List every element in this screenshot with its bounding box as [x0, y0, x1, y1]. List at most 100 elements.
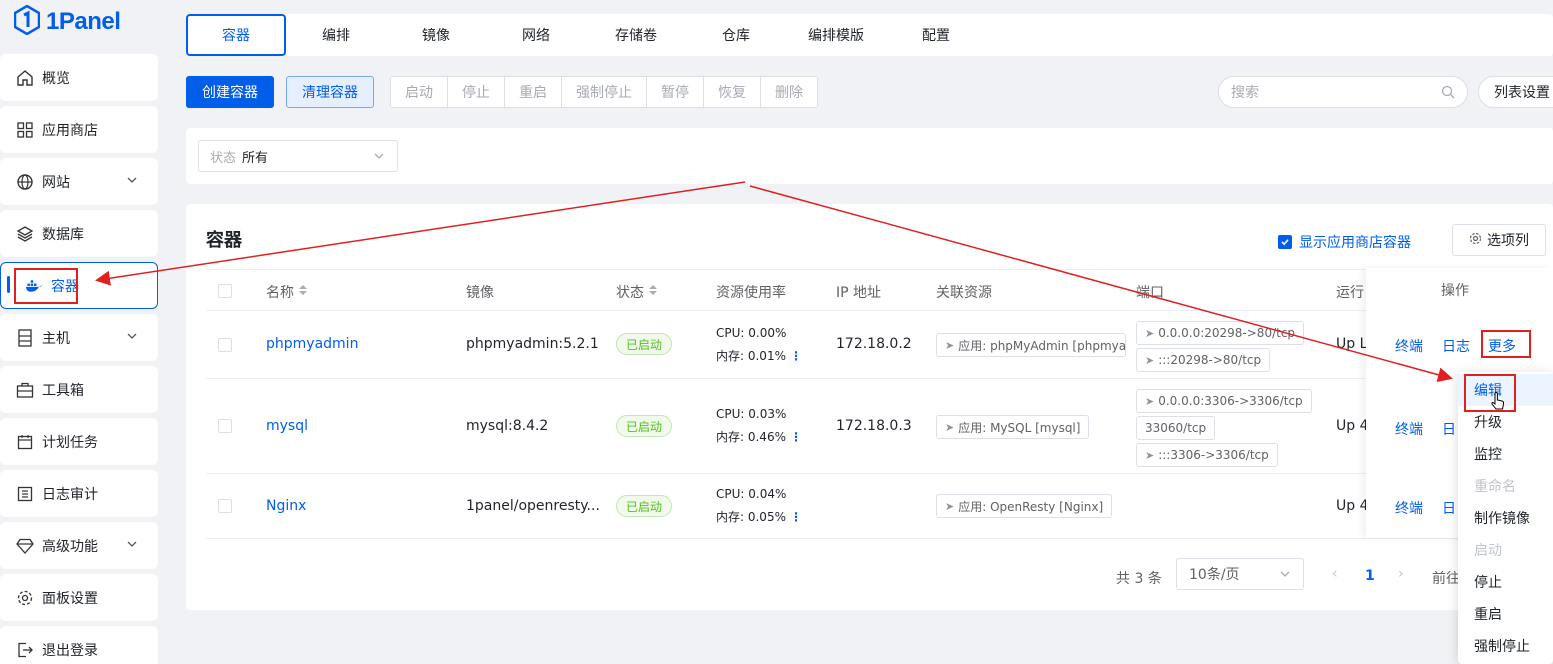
port-label: :::3306->3306/tcp: [1158, 448, 1269, 462]
next-page-icon[interactable]: ›: [1398, 566, 1404, 582]
column-header-status[interactable]: 状态: [616, 282, 658, 302]
grid-icon: [16, 121, 34, 139]
tab-compose[interactable]: 编排: [286, 14, 386, 56]
sidebar-item-advanced[interactable]: 高级功能: [0, 522, 158, 569]
port-tag[interactable]: ➤ 0.0.0.0:3306->3306/tcp: [1136, 389, 1312, 413]
resource-usage: CPU: 0.04% 内存: 0.05% ⋮: [716, 483, 802, 529]
terminal-link[interactable]: 终端: [1395, 336, 1423, 356]
create-container-button[interactable]: 创建容器: [186, 76, 274, 108]
column-header-image: 镜像: [466, 285, 494, 301]
sidebar-item-database[interactable]: 数据库: [0, 210, 158, 257]
port-tag[interactable]: ➤:::3306->3306/tcp: [1136, 443, 1278, 467]
search-input[interactable]: 搜索: [1218, 76, 1468, 108]
sidebar-item-host[interactable]: 主机: [0, 314, 158, 361]
table-row: Nginx 1panel/openresty... 已启动 CPU: 0.04%…: [206, 474, 1553, 539]
log-link[interactable]: 日: [1442, 498, 1456, 518]
stop-button[interactable]: 停止: [448, 77, 505, 107]
tab-volume[interactable]: 存储卷: [586, 14, 686, 56]
port-tag[interactable]: ➤ 0.0.0.0:20298->80/tcp: [1136, 321, 1305, 345]
log-icon: [16, 485, 34, 503]
list-settings-button[interactable]: 列表设置: [1478, 76, 1553, 108]
dropdown-item-force-stop[interactable]: 强制停止: [1474, 636, 1530, 656]
container-name-link[interactable]: Nginx: [266, 498, 306, 514]
row-checkbox[interactable]: [218, 338, 232, 352]
sidebar-item-logs[interactable]: 日志审计: [0, 470, 158, 517]
page-number[interactable]: 1: [1365, 568, 1375, 584]
column-header-related: 关联资源: [936, 285, 992, 301]
port-tag[interactable]: ➤:::20298->80/tcp: [1136, 348, 1271, 372]
row-checkbox[interactable]: [218, 499, 232, 513]
related-resource-tag[interactable]: ➤应用: phpMyAdmin [phpmyadmin]: [936, 333, 1126, 357]
sidebar-item-website[interactable]: 网站: [0, 158, 158, 205]
sidebar-item-container[interactable]: 容器: [0, 262, 158, 309]
search-placeholder: 搜索: [1231, 85, 1259, 101]
pause-button[interactable]: 暂停: [647, 77, 704, 107]
sidebar-item-label: 主机: [42, 330, 70, 347]
container-name-link[interactable]: phpmyadmin: [266, 336, 358, 352]
tab-container[interactable]: 容器: [186, 14, 286, 56]
calendar-icon: [16, 433, 34, 451]
log-link[interactable]: 日志: [1442, 336, 1470, 356]
related-resource-tag[interactable]: ➤ 应用: OpenResty [Nginx]: [936, 494, 1113, 518]
clean-container-button[interactable]: 清理容器: [286, 76, 374, 108]
tab-compose-template[interactable]: 编排模版: [786, 14, 886, 56]
sidebar-item-overview[interactable]: 概览: [0, 54, 158, 101]
sidebar-item-label: 数据库: [42, 226, 84, 243]
more-vertical-icon[interactable]: ⋮: [790, 430, 802, 444]
sidebar-item-settings[interactable]: 面板设置: [0, 574, 158, 621]
sidebar-item-logout[interactable]: 退出登录: [0, 626, 158, 664]
brand-logo[interactable]: 1Panel: [13, 4, 121, 40]
sidebar-item-label: 日志审计: [42, 486, 98, 503]
tab-repo[interactable]: 仓库: [686, 14, 786, 56]
more-vertical-icon[interactable]: ⋮: [790, 349, 802, 363]
related-resource-tag[interactable]: ➤ 应用: MySQL [mysql]: [936, 415, 1090, 439]
container-image: mysql:8.4.2: [466, 418, 549, 434]
navigation-icon: ➤: [1145, 394, 1155, 408]
dropdown-item-commit-image[interactable]: 制作镜像: [1474, 508, 1530, 528]
page-size-value: 10条/页: [1189, 567, 1240, 583]
show-app-store-containers-checkbox[interactable]: 显示应用商店容器: [1278, 232, 1411, 252]
restart-button[interactable]: 重启: [505, 77, 562, 107]
mem-usage: 内存: 0.46%: [716, 430, 786, 444]
page-size-select[interactable]: 10条/页: [1176, 558, 1304, 590]
select-all-checkbox[interactable]: [218, 284, 232, 298]
terminal-link[interactable]: 终端: [1395, 419, 1423, 439]
status-filter-label: 状态: [210, 150, 237, 166]
delete-button[interactable]: 删除: [761, 77, 817, 107]
column-header-name[interactable]: 名称: [266, 282, 308, 302]
dropdown-item-monitor[interactable]: 监控: [1474, 444, 1502, 464]
show-app-label: 显示应用商店容器: [1299, 235, 1411, 251]
port-tag[interactable]: 33060/tcp: [1136, 416, 1216, 440]
layers-icon: [16, 225, 34, 243]
header-label: 名称: [266, 285, 294, 301]
tab-config[interactable]: 配置: [886, 14, 986, 56]
active-indicator: [7, 276, 10, 293]
sidebar-item-app-store[interactable]: 应用商店: [0, 106, 158, 153]
more-link[interactable]: 更多: [1488, 336, 1516, 356]
status-filter-select[interactable]: 状态 所有: [198, 140, 398, 172]
terminal-link[interactable]: 终端: [1395, 498, 1423, 518]
dropdown-item-restart[interactable]: 重启: [1474, 604, 1502, 624]
dropdown-item-stop[interactable]: 停止: [1474, 572, 1502, 592]
start-button[interactable]: 启动: [391, 77, 448, 107]
chevron-down-icon: [1279, 568, 1291, 584]
related-resource-label: 应用: MySQL [mysql]: [958, 420, 1081, 435]
columns-button[interactable]: 选项列: [1452, 224, 1546, 256]
gear-icon: [16, 589, 34, 607]
prev-page-icon[interactable]: ‹: [1332, 566, 1338, 582]
resume-button[interactable]: 恢复: [704, 77, 761, 107]
force-stop-button[interactable]: 强制停止: [562, 77, 647, 107]
tab-image[interactable]: 镜像: [386, 14, 486, 56]
sidebar-item-toolbox[interactable]: 工具箱: [0, 366, 158, 413]
sidebar-item-cron[interactable]: 计划任务: [0, 418, 158, 465]
dropdown-item-rename[interactable]: 重命名: [1474, 476, 1516, 496]
dropdown-item-start[interactable]: 启动: [1474, 540, 1502, 560]
checkbox-checked-icon: [1278, 235, 1292, 249]
log-link[interactable]: 日: [1442, 419, 1456, 439]
sidebar-item-label: 网站: [42, 174, 70, 191]
more-vertical-icon[interactable]: ⋮: [790, 510, 802, 524]
container-name-link[interactable]: mysql: [266, 418, 308, 434]
row-checkbox[interactable]: [218, 419, 232, 433]
container-image: 1panel/openresty...: [466, 498, 600, 514]
tab-network[interactable]: 网络: [486, 14, 586, 56]
